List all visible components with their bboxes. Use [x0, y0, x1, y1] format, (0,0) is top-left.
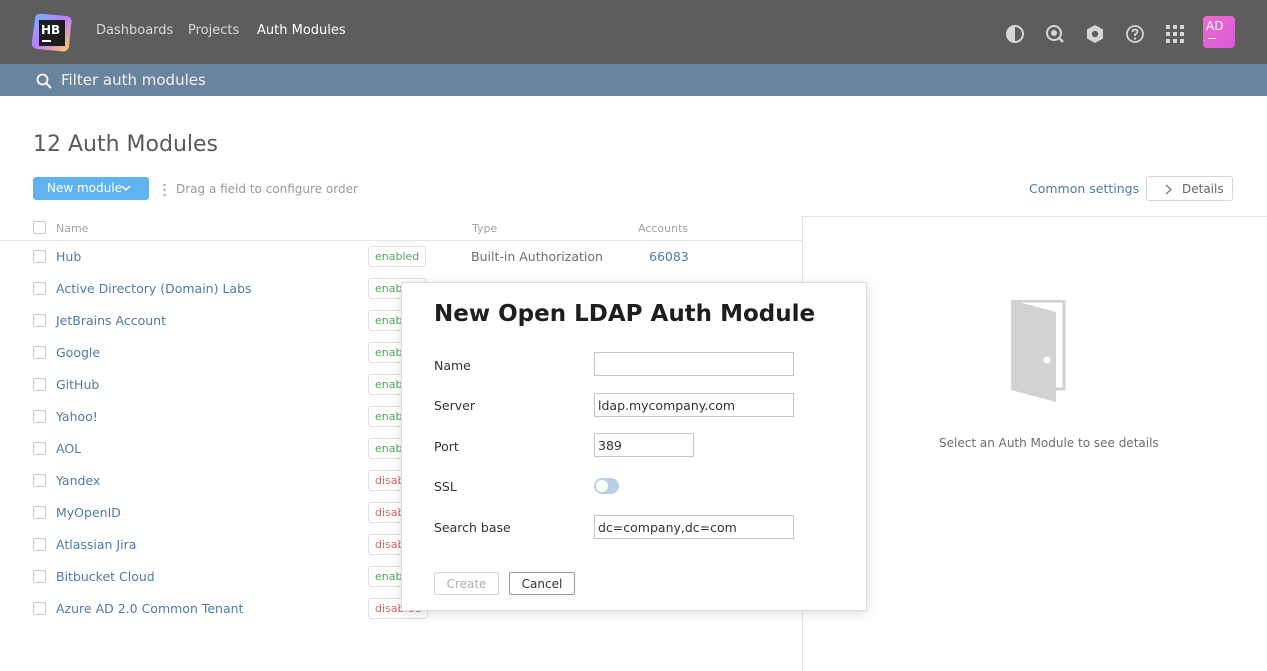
name-field[interactable] — [594, 352, 794, 376]
row-checkbox[interactable] — [33, 570, 46, 583]
apps-grid-icon[interactable] — [1165, 24, 1185, 44]
row-checkbox[interactable] — [33, 314, 46, 327]
hub-logo[interactable]: HB — [31, 13, 73, 53]
row-checkbox[interactable] — [33, 410, 46, 423]
server-field[interactable] — [594, 393, 794, 417]
module-name[interactable]: AOL — [56, 441, 81, 456]
header-divider — [0, 240, 802, 241]
help-icon[interactable] — [1125, 24, 1145, 44]
avatar-underline — [1208, 38, 1216, 39]
row-checkbox[interactable] — [33, 282, 46, 295]
module-name[interactable]: Atlassian Jira — [56, 537, 136, 552]
search-icon[interactable] — [1045, 24, 1065, 44]
module-type: Built-in Authorization — [471, 249, 603, 264]
module-name[interactable]: Hub — [56, 249, 81, 264]
row-checkbox[interactable] — [33, 602, 46, 615]
row-checkbox[interactable] — [33, 506, 46, 519]
search-icon — [36, 73, 52, 89]
server-label: Server — [434, 398, 475, 413]
drag-hint-text: Drag a field to configure order — [176, 182, 358, 196]
user-avatar[interactable]: AD — [1203, 16, 1235, 48]
contrast-icon[interactable] — [1005, 24, 1025, 44]
ssl-label: SSL — [434, 479, 457, 494]
row-checkbox[interactable] — [33, 346, 46, 359]
svg-text:HB: HB — [41, 23, 60, 37]
module-name[interactable]: Azure AD 2.0 Common Tenant — [56, 601, 243, 616]
row-checkbox[interactable] — [33, 442, 46, 455]
row-checkbox[interactable] — [33, 378, 46, 391]
port-label: Port — [434, 439, 459, 454]
module-name[interactable]: Active Directory (Domain) Labs — [56, 281, 252, 296]
common-settings-link[interactable]: Common settings — [1029, 181, 1139, 196]
details-label: Details — [1182, 182, 1224, 196]
nav-dashboards[interactable]: Dashboards — [96, 23, 173, 38]
module-name[interactable]: Bitbucket Cloud — [56, 569, 155, 584]
filter-input[interactable] — [61, 68, 761, 92]
column-header-name[interactable]: Name — [56, 222, 88, 235]
chevron-right-icon — [1165, 184, 1172, 195]
settings-icon[interactable] — [1085, 24, 1105, 44]
account-count[interactable]: 66083 — [649, 249, 689, 264]
avatar-initials: AD — [1206, 19, 1224, 33]
drag-handle-icon[interactable] — [163, 182, 166, 197]
column-header-type[interactable]: Type — [472, 222, 497, 235]
door-icon — [1008, 299, 1066, 404]
module-name[interactable]: Yahoo! — [56, 409, 98, 424]
dialog-title: New Open LDAP Auth Module — [434, 301, 816, 327]
ssl-toggle[interactable] — [594, 478, 619, 494]
filter-bar — [0, 64, 1267, 96]
new-module-label: New module — [47, 181, 122, 195]
module-name[interactable]: GitHub — [56, 377, 99, 392]
create-button[interactable]: Create — [434, 572, 499, 595]
chevron-down-icon — [121, 185, 131, 192]
column-header-accounts[interactable]: Accounts — [638, 222, 688, 235]
row-checkbox[interactable] — [33, 474, 46, 487]
nav-projects[interactable]: Projects — [188, 23, 239, 38]
status-badge: enabled — [368, 246, 427, 267]
search-base-field[interactable] — [594, 515, 794, 539]
row-checkbox[interactable] — [33, 250, 46, 263]
top-header: HB Dashboards Projects Auth Modules AD — [0, 0, 1267, 64]
module-name[interactable]: JetBrains Account — [56, 313, 166, 328]
empty-details-text: Select an Auth Module to see details — [939, 436, 1159, 450]
cancel-button[interactable]: Cancel — [509, 572, 575, 595]
module-name[interactable]: Google — [56, 345, 100, 360]
page-title: 12 Auth Modules — [33, 132, 219, 157]
row-checkbox[interactable] — [33, 538, 46, 551]
details-button[interactable]: Details — [1146, 176, 1233, 201]
new-ldap-module-dialog: New Open LDAP Auth Module Name Server Po… — [401, 282, 867, 611]
module-name[interactable]: MyOpenID — [56, 505, 121, 520]
new-module-button[interactable]: New module — [33, 177, 149, 200]
select-all-checkbox[interactable] — [33, 221, 46, 234]
nav-auth-modules[interactable]: Auth Modules — [257, 23, 346, 38]
toggle-knob — [596, 480, 608, 492]
port-field[interactable] — [594, 433, 694, 457]
search-base-label: Search base — [434, 520, 511, 535]
name-label: Name — [434, 358, 471, 373]
module-name[interactable]: Yandex — [56, 473, 100, 488]
